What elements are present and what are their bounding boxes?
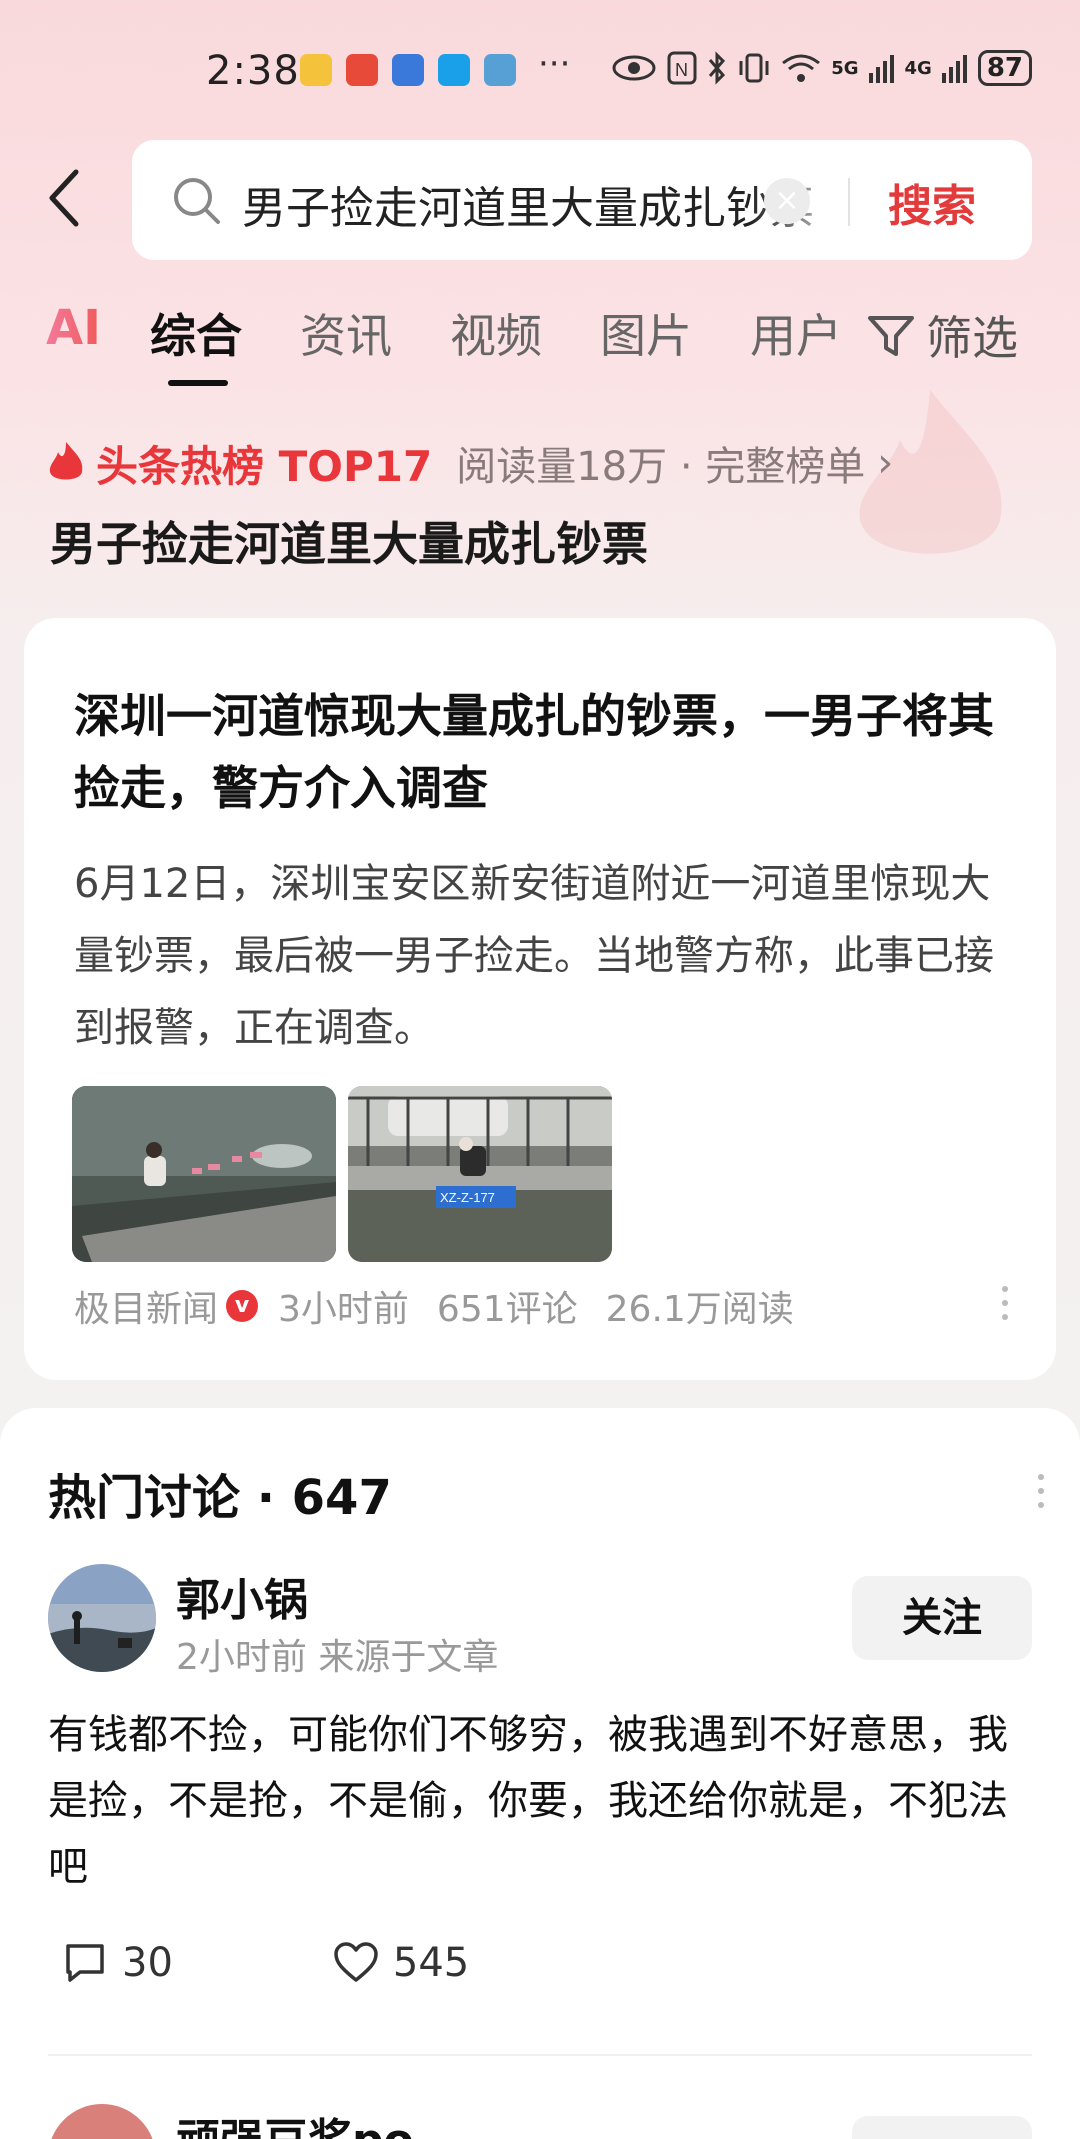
discussion-more-icon[interactable] <box>1038 1474 1046 1516</box>
active-tab-indicator <box>168 380 228 386</box>
search-bar[interactable]: 男子捡走河道里大量成扎钞票 × 搜索 <box>132 140 1032 260</box>
tab-ai[interactable]: AI <box>46 300 101 356</box>
comment-text[interactable]: 有钱都不捡，可能你们不够穷，被我遇到不好意思，我是捡，不是抢，不是偷，你要，我还… <box>48 1702 1038 1900</box>
comment-bubble-icon[interactable] <box>62 1940 108 1986</box>
article-meta: 极目新闻 v 3小时前 651评论 26.1万阅读 <box>74 1280 822 1332</box>
wifi-icon <box>782 54 821 82</box>
signal-1-icon <box>868 55 894 83</box>
signal-2-icon <box>941 55 967 83</box>
vibrate-icon <box>739 53 769 83</box>
hot-headline: 男子捡走河道里大量成扎钞票 <box>50 517 648 571</box>
svg-text:N: N <box>675 60 688 80</box>
article-image-2[interactable]: XZ-Z-177 <box>348 1086 612 1262</box>
signal-5g-label: 5G <box>831 57 859 79</box>
discussion-title: 热门讨论 · 647 <box>48 1470 392 1526</box>
category-tabs: AI 综合 资讯 视频 图片 用户 筛选 <box>0 300 1080 390</box>
waterway-sign-text: XZ-Z-177 <box>440 1190 495 1205</box>
heart-icon[interactable] <box>333 1940 379 1986</box>
article-comment-count: 651评论 <box>436 1289 578 1330</box>
search-icon <box>174 178 220 224</box>
filter-icon <box>868 316 914 356</box>
blue-app-icon <box>392 54 424 86</box>
search-button[interactable]: 搜索 <box>888 170 976 234</box>
weibo-app-icon <box>300 54 332 86</box>
cloud-app-icon <box>484 54 516 86</box>
signal-4g-label: 4G <box>904 57 932 79</box>
back-arrow-icon[interactable] <box>44 168 84 228</box>
comment-username[interactable]: 郭小锅 <box>176 1564 308 1628</box>
article-image-1[interactable] <box>72 1086 336 1262</box>
tab-news[interactable]: 资讯 <box>300 300 392 366</box>
search-divider <box>848 178 850 226</box>
reply-count: 30 <box>122 1940 173 1986</box>
nfc-icon: N <box>667 51 697 85</box>
article-time: 3小时前 <box>278 1289 409 1330</box>
tab-users[interactable]: 用户 <box>750 300 842 366</box>
comment-divider <box>48 2054 1032 2056</box>
bluetooth-icon <box>709 51 726 85</box>
clear-search-icon[interactable]: × <box>764 178 810 224</box>
article-title[interactable]: 深圳一河道惊现大量成扎的钞票，一男子将其捡走，警方介入调查 <box>74 680 1014 824</box>
battery-indicator: 87 <box>977 50 1032 86</box>
article-card[interactable]: 深圳一河道惊现大量成扎的钞票，一男子将其捡走，警方介入调查 6月12日，深圳宝安… <box>24 618 1056 1380</box>
hot-board-title: 头条热榜 TOP17 <box>96 441 433 491</box>
status-bar: 2:38 ··· N 5G 4G 87 <box>0 40 1080 100</box>
comment-username[interactable]: 顽强豆浆po <box>176 2104 414 2139</box>
follow-button[interactable]: 关注 <box>852 1576 1032 1660</box>
hot-board-meta: 阅读量18万 · 完整榜单 <box>456 444 866 490</box>
avatar[interactable] <box>48 2104 156 2139</box>
follow-button[interactable] <box>852 2116 1032 2139</box>
article-summary: 6月12日，深圳宝安区新安街道附近一河道里惊现大量钞票，最后被一男子捡走。当地警… <box>74 861 994 1051</box>
article-read-count: 26.1万阅读 <box>605 1289 794 1330</box>
article-source[interactable]: 极目新闻 <box>74 1280 218 1332</box>
tab-comprehensive[interactable]: 综合 <box>150 300 242 366</box>
hot-board-row[interactable]: 头条热榜 TOP17 阅读量18万 · 完整榜单 › <box>46 436 894 491</box>
verified-icon: v <box>226 1290 259 1322</box>
tab-images[interactable]: 图片 <box>600 300 692 366</box>
play-app-icon <box>438 54 470 86</box>
avatar[interactable] <box>48 1564 156 1672</box>
eye-icon <box>612 55 656 81</box>
status-time: 2:38 <box>206 48 300 94</box>
news-app-icon <box>346 54 378 86</box>
status-indicators: N 5G 4G 87 <box>611 50 1032 86</box>
hot-discussion-section: 热门讨论 · 647 郭小锅 2小时前 来源于文章 关注 有钱都不捡，可能你们不… <box>0 1408 1080 2139</box>
chevron-right-icon: › <box>877 440 894 486</box>
comment-meta: 2小时前 来源于文章 <box>176 1637 499 1678</box>
more-notifications-icon: ··· <box>538 44 571 84</box>
flame-icon <box>49 442 83 480</box>
tab-video[interactable]: 视频 <box>450 300 542 366</box>
comment-actions: 30 545 <box>62 1940 469 1986</box>
more-options-icon[interactable] <box>1002 1286 1010 1328</box>
filter-label: 筛选 <box>926 311 1018 365</box>
filter-button[interactable]: 筛选 <box>866 302 1018 368</box>
like-count: 545 <box>392 1940 470 1986</box>
